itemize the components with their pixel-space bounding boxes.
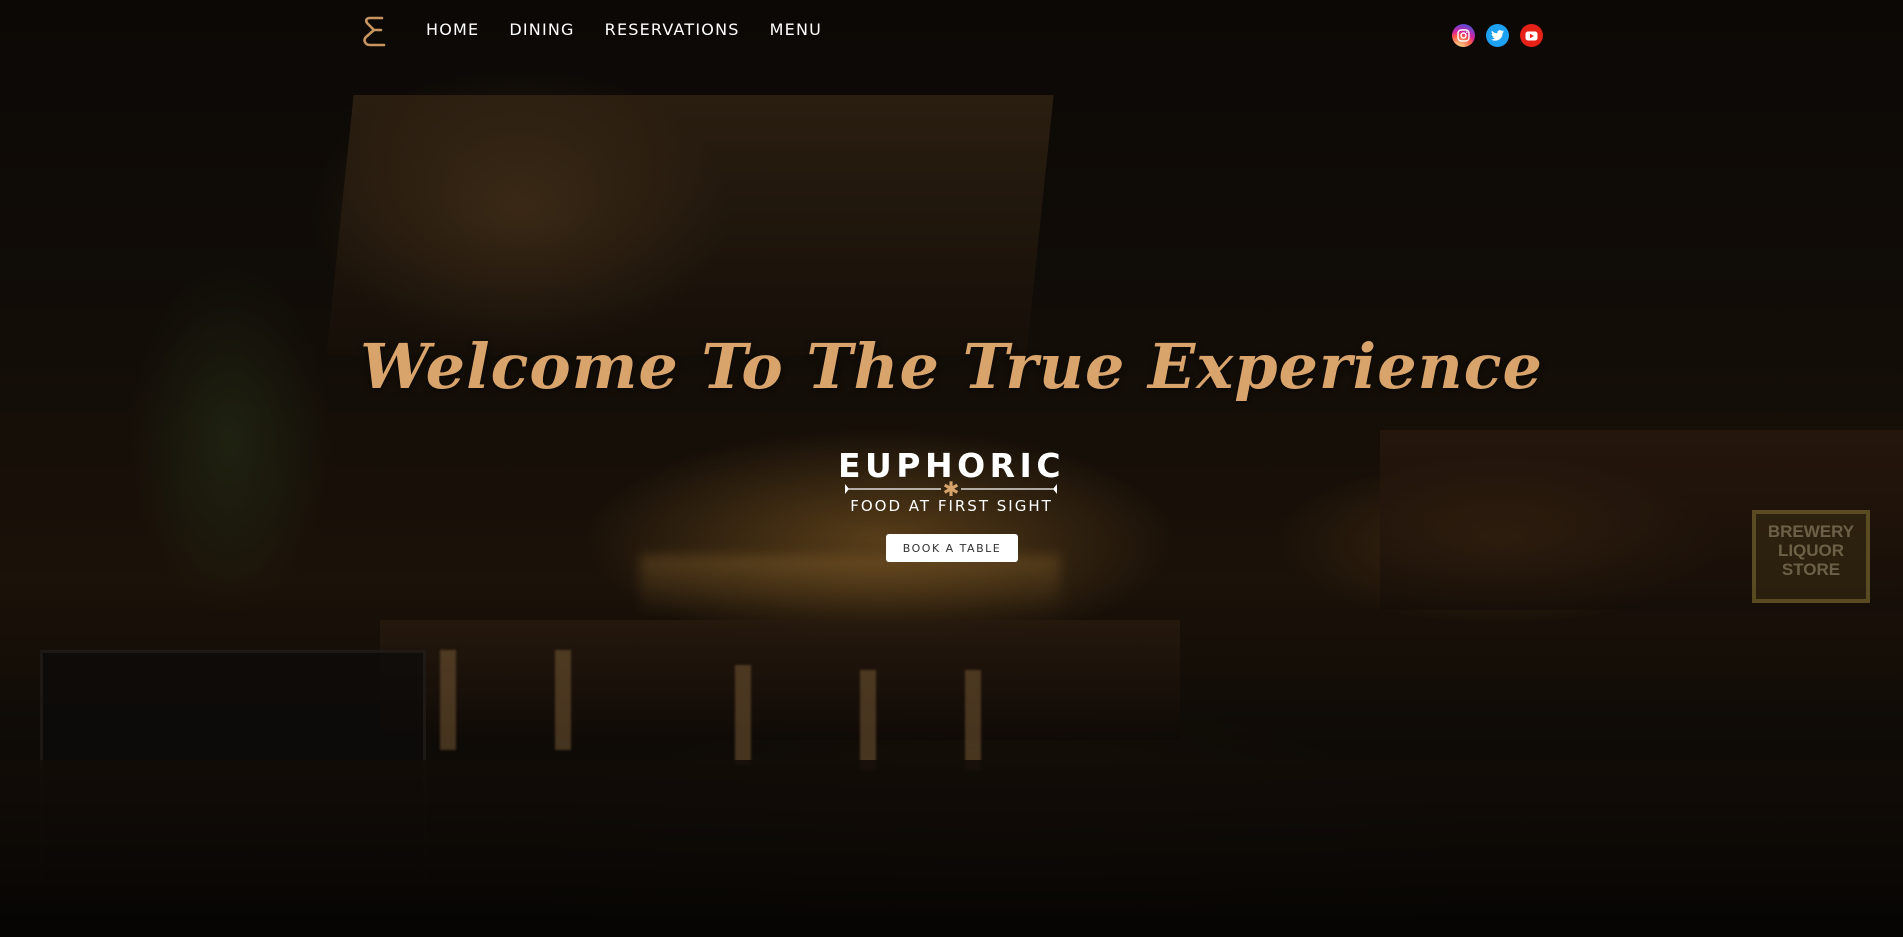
main-nav: HOME DINING RESERVATIONS MENU (426, 20, 822, 39)
brand-divider: ✱ (843, 477, 1059, 501)
site-header: HOME DINING RESERVATIONS MENU (0, 0, 1903, 70)
hero-title: Welcome To The True Experience (360, 330, 1543, 403)
social-links (1452, 24, 1543, 47)
nav-reservations-link[interactable]: RESERVATIONS (605, 20, 740, 39)
nav-menu-link[interactable]: MENU (770, 20, 822, 39)
nav-home-link[interactable]: HOME (426, 20, 479, 39)
brand-tagline: FOOD AT FIRST SIGHT (850, 497, 1053, 515)
nav-dining-link[interactable]: DINING (509, 20, 574, 39)
book-a-table-button[interactable]: BOOK A TABLE (886, 534, 1018, 562)
euphoric-e-logo-icon[interactable] (362, 15, 390, 49)
instagram-icon[interactable] (1452, 24, 1475, 47)
page: BREWERY LIQUOR STORE HOME DINING RESERVA… (0, 0, 1903, 937)
youtube-icon[interactable] (1520, 24, 1543, 47)
twitter-icon[interactable] (1486, 24, 1509, 47)
